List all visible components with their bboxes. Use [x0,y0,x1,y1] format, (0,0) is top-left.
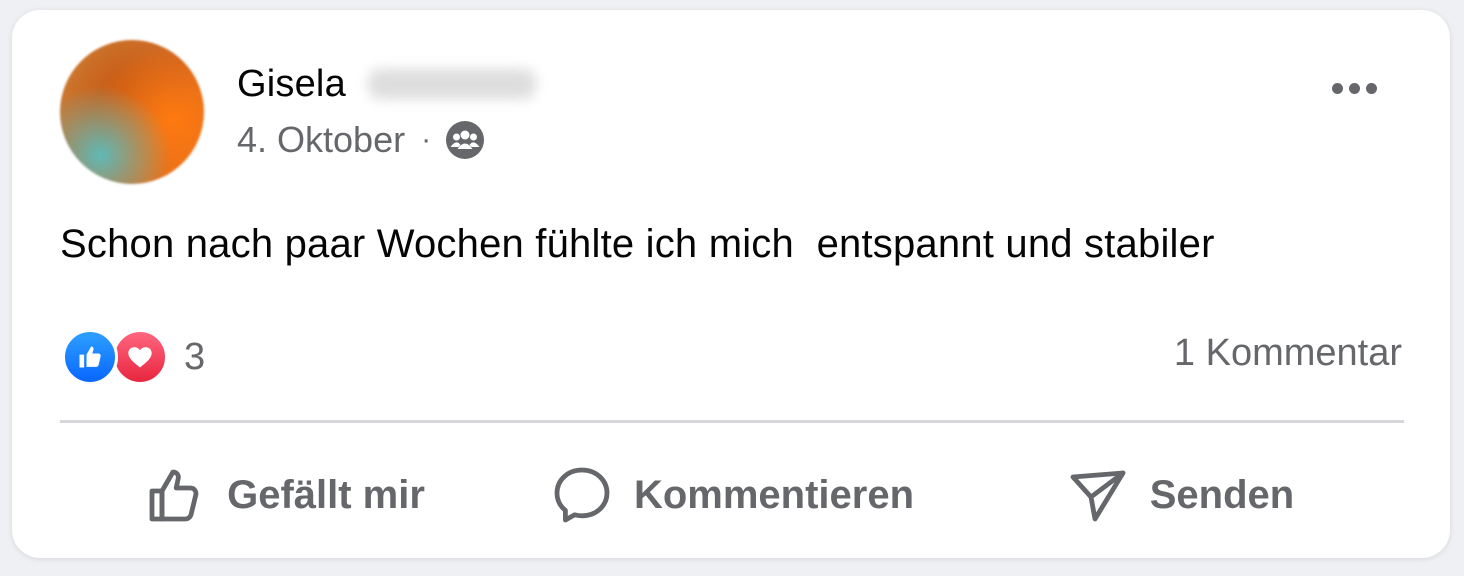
blurred-surname [367,69,536,99]
author-name[interactable]: Gisela [237,63,346,106]
like-button[interactable]: Gefällt mir [60,450,508,540]
author-row: Gisela [237,62,536,106]
love-reaction-icon [112,329,168,385]
send-button-label: Senden [1149,472,1295,517]
like-reaction-icon [62,329,118,385]
comment-count-link[interactable]: 1 Kommentar [1174,332,1402,375]
reactions-summary[interactable]: 3 [62,326,205,388]
meta-separator: · [421,123,432,156]
like-button-label: Gefällt mir [227,472,425,517]
send-button[interactable]: Senden [956,450,1404,540]
more-options-button[interactable] [1322,66,1386,110]
post-card: Gisela 4. Oktober · Schon nach paar Woch… [12,10,1450,558]
more-dot [1365,82,1377,94]
send-icon [1070,470,1126,522]
comment-button[interactable]: Kommentieren [508,450,956,540]
action-bar: Gefällt mir Kommentieren Senden [60,450,1404,540]
reaction-count: 3 [184,335,206,378]
more-dot [1331,82,1343,94]
divider [60,420,1404,423]
post-meta: 4. Oktober · [237,118,485,162]
more-dot [1348,82,1360,94]
post-text: Schon nach paar Wochen fühlte ich mich e… [60,222,1215,266]
comment-button-label: Kommentieren [633,472,915,517]
avatar[interactable] [60,40,204,184]
group-icon[interactable] [445,120,485,160]
comment-bubble-icon [554,467,610,523]
thumbs-up-icon [149,469,199,522]
post-date[interactable]: 4. Oktober [237,119,405,161]
